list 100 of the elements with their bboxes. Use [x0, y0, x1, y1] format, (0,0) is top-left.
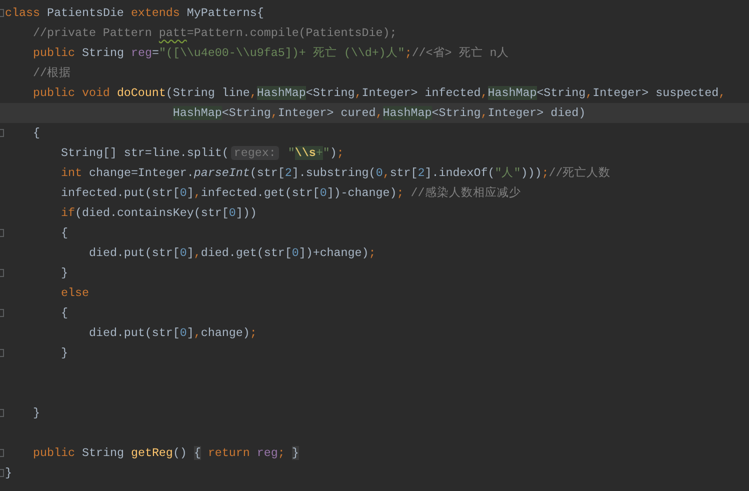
fold-icon[interactable]	[0, 309, 4, 317]
code-text: <String	[536, 86, 586, 100]
keyword: ;	[542, 166, 549, 180]
misspelled-word: patt	[158, 26, 187, 40]
keyword: ,	[586, 86, 593, 100]
keyword: ,	[194, 246, 201, 260]
code-text: ]	[186, 246, 194, 260]
code-text: =	[152, 46, 159, 60]
fold-icon[interactable]	[0, 229, 4, 237]
code-text: (String line	[166, 86, 250, 100]
fold-icon[interactable]	[0, 449, 4, 457]
fold-icon[interactable]	[0, 469, 4, 477]
number-literal: 0	[180, 326, 187, 340]
highlighted-usage: HashMap	[488, 86, 537, 100]
keyword: ;	[404, 46, 412, 60]
keyword: ,	[354, 86, 362, 100]
code-text: }	[5, 466, 12, 480]
method-name: doCount	[116, 86, 166, 100]
code-text: <String	[306, 86, 355, 100]
comment: //感染人数相应减少	[410, 186, 521, 200]
code-text: {	[60, 306, 68, 320]
fold-icon[interactable]	[0, 349, 4, 357]
code-text: died.put(str[	[88, 246, 180, 260]
code-text: Integer> suspected	[592, 86, 719, 100]
code-text: {	[32, 126, 40, 140]
comment: =Pattern.compile(PatientsDie);	[186, 26, 397, 40]
highlighted-usage: HashMap	[382, 106, 432, 120]
code-text: )))	[520, 166, 542, 180]
code-text: change)	[200, 326, 250, 340]
code-text: String	[82, 46, 124, 60]
number-literal: 0	[180, 246, 187, 260]
number-literal: 0	[376, 166, 383, 180]
code-text: Integer> infected	[362, 86, 481, 100]
code-text: <String	[432, 106, 481, 120]
field-name: reg	[130, 46, 152, 60]
code-text: String	[82, 446, 124, 460]
keyword: else	[60, 286, 89, 300]
code-text: }	[60, 266, 68, 280]
code-text: ])-change)	[326, 186, 397, 200]
string-literal: "人"	[494, 166, 521, 180]
fold-icon[interactable]	[0, 129, 4, 137]
keyword: ,	[382, 166, 390, 180]
fold-icon[interactable]	[0, 9, 4, 17]
number-literal: 0	[320, 186, 327, 200]
comment: //死亡人数	[548, 166, 611, 180]
code-text: ]	[186, 186, 194, 200]
number-literal: 0	[228, 206, 236, 220]
number-literal: 2	[418, 166, 425, 180]
escape-sequence: \\s	[294, 146, 316, 160]
keyword: ,	[480, 86, 488, 100]
code-text: infected.get(str[	[200, 186, 320, 200]
code-text: died.put(str[	[88, 326, 180, 340]
keyword: public	[32, 46, 75, 60]
code-text: str[	[390, 166, 418, 180]
code-text: Integer> cured	[278, 106, 376, 120]
comment: //<省> 死亡 n人	[412, 46, 509, 60]
keyword: ;	[278, 446, 285, 460]
code-text: died.get(str[	[200, 246, 292, 260]
number-literal: 0	[180, 186, 187, 200]
keyword: public	[32, 446, 75, 460]
code-text: )	[330, 146, 337, 160]
code-text: infected.put(str[	[60, 186, 180, 200]
highlighted-usage: HashMap	[256, 86, 306, 100]
code-text: (str[	[250, 166, 285, 180]
code-text: ])+change)	[298, 246, 369, 260]
code-text: Integer> died)	[488, 106, 586, 120]
keyword: ,	[270, 106, 278, 120]
code-text: ].indexOf(	[424, 166, 495, 180]
code-text: {	[60, 226, 68, 240]
code-text: MyPatterns{	[186, 6, 264, 20]
number-literal: 2	[284, 166, 292, 180]
fold-icon[interactable]	[0, 409, 4, 417]
keyword: class	[5, 6, 40, 20]
keyword: ,	[194, 186, 201, 200]
string-literal: "([\\u4e00-\\u9fa5])+ 死亡 (\\d+)人"	[158, 46, 405, 60]
method-name: getReg	[130, 446, 173, 460]
method-name: parseInt	[194, 166, 250, 180]
keyword: return	[208, 446, 250, 460]
code-text: (died.containsKey(str[	[74, 206, 229, 220]
code-text: String[] str=line.split(	[60, 146, 229, 160]
field-name: reg	[256, 446, 278, 460]
matched-brace: }	[292, 446, 299, 460]
keyword: int	[60, 166, 82, 180]
keyword: ,	[480, 106, 488, 120]
code-text: ]	[186, 326, 194, 340]
keyword: public void	[32, 86, 110, 100]
number-literal: 0	[292, 246, 299, 260]
highlighted-usage: HashMap	[172, 106, 222, 120]
keyword: ;	[396, 186, 404, 200]
fold-icon[interactable]	[0, 269, 4, 277]
code-text: }	[32, 406, 40, 420]
comment: //根据	[32, 66, 71, 80]
keyword: ,	[250, 86, 257, 100]
string-literal: "	[288, 146, 295, 160]
keyword: ;	[368, 246, 376, 260]
matched-brace: {	[194, 446, 201, 460]
keyword: ,	[194, 326, 201, 340]
code-text: <String	[222, 106, 271, 120]
code-text: PatientsDie	[46, 6, 124, 20]
keyword: ,	[718, 86, 726, 100]
